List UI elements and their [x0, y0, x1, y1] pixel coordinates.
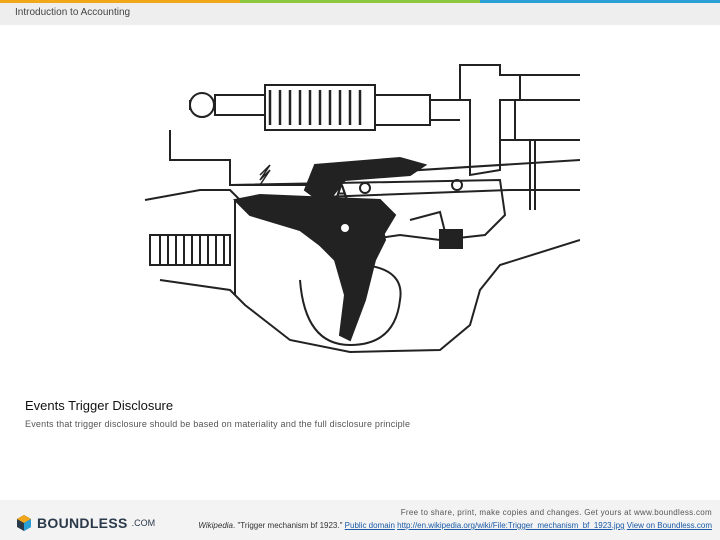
footer: BOUNDLESS .COM Free to share, print, mak… — [0, 500, 720, 540]
logo-domain: .COM — [131, 518, 156, 528]
boundless-logo[interactable]: BOUNDLESS .COM — [15, 514, 155, 532]
view-on-boundless-link[interactable]: View on Boundless.com — [627, 521, 712, 530]
file-link[interactable]: http://en.wikipedia.org/wiki/File:Trigge… — [397, 521, 624, 530]
caption-title: Events Trigger Disclosure — [25, 398, 174, 413]
attribution-source: Wikipedia — [198, 521, 233, 530]
caption-text: Events that trigger disclosure should be… — [25, 419, 411, 429]
slide-header: Introduction to Accounting — [0, 3, 720, 25]
trigger-mechanism-drawing: A — [144, 64, 580, 354]
attribution-title: . "Trigger mechanism bf 1923." — [233, 521, 343, 530]
license-link[interactable]: Public domain — [345, 521, 395, 530]
course-title: Introduction to Accounting — [15, 7, 131, 18]
share-notice: Free to share, print, make copies and ch… — [400, 508, 712, 517]
boundless-logo-icon — [17, 515, 31, 531]
figure-letter-a: A — [335, 182, 348, 202]
attribution: Wikipedia. "Trigger mechanism bf 1923." … — [198, 521, 712, 530]
logo-wordmark: BOUNDLESS — [37, 515, 128, 531]
